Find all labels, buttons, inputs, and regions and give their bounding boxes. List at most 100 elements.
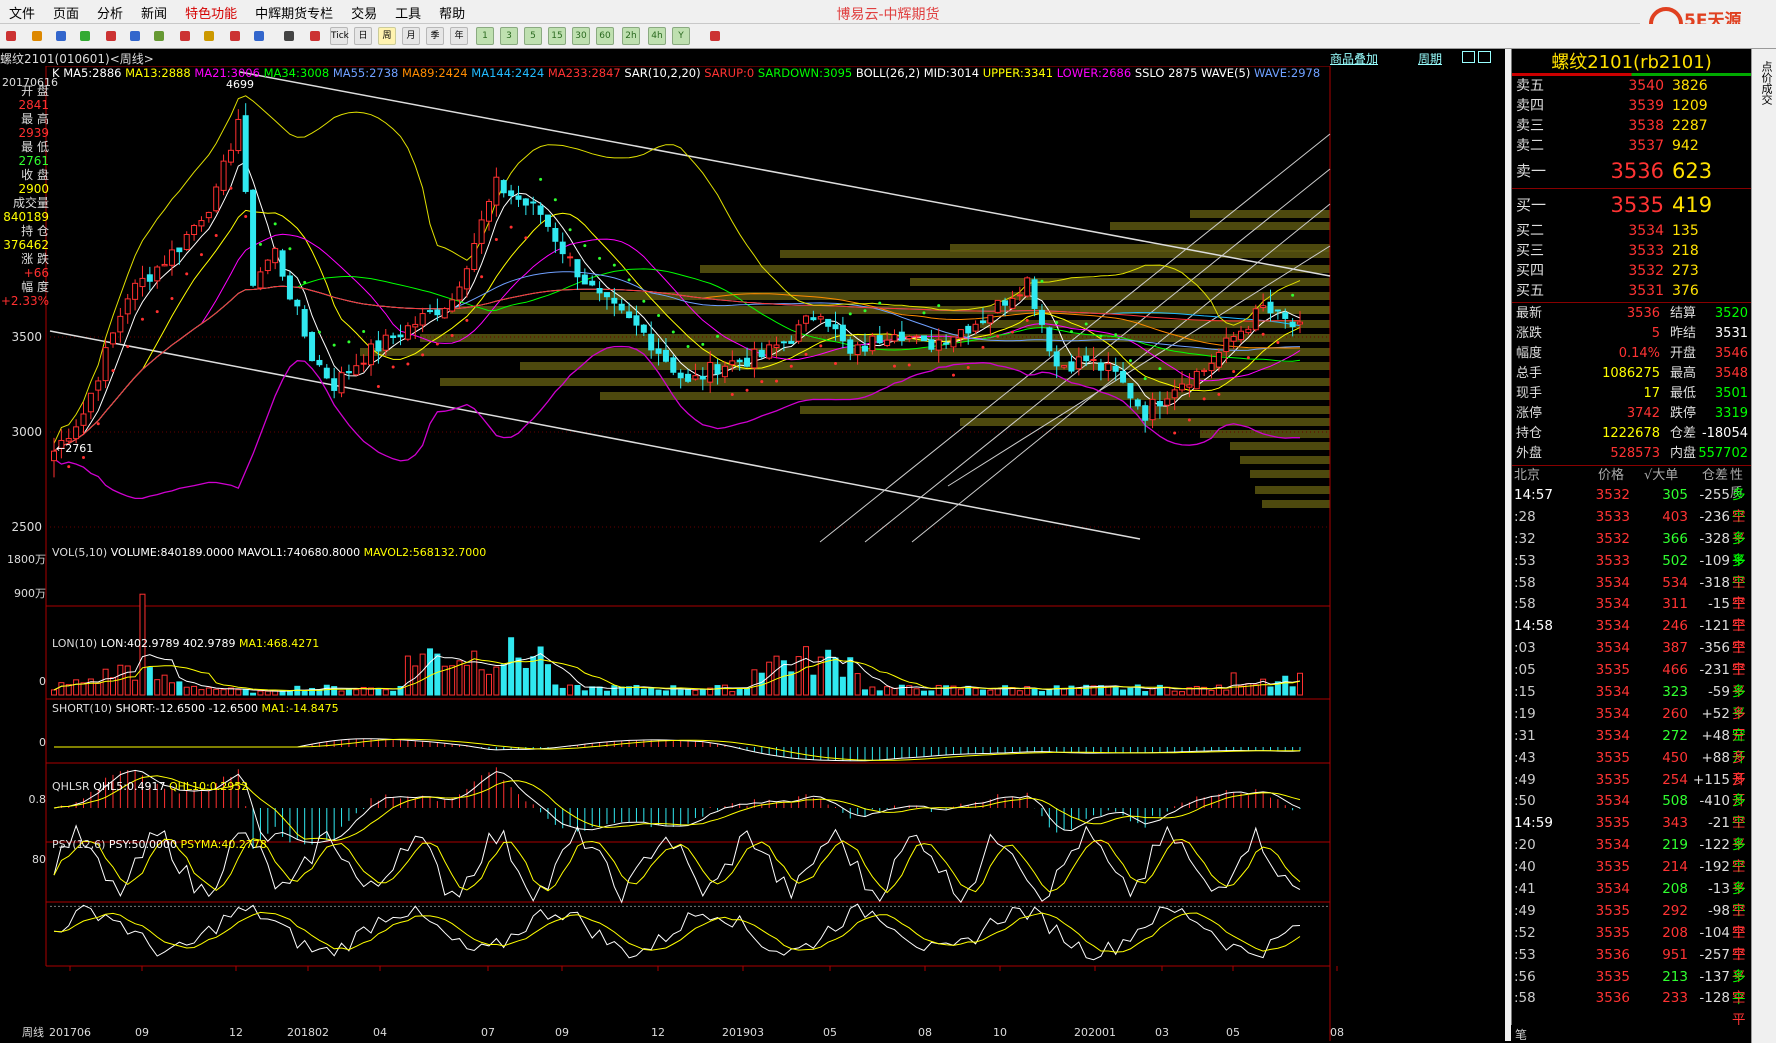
book-price: 3533 (1628, 243, 1664, 259)
toolbar-1-button[interactable]: 1 (476, 27, 494, 45)
toolbar-table-icon[interactable] (280, 27, 298, 45)
toolbar-refresh-icon[interactable] (76, 27, 94, 45)
toolbar-周-button[interactable]: 周 (378, 27, 396, 45)
tick-delta: -121 (1699, 618, 1730, 635)
tick-row[interactable]: :58 3534 534 -318 空平 (1512, 573, 1751, 613)
book-row[interactable]: 卖一 3536 623 (1512, 156, 1751, 187)
toolbar-日-button[interactable]: 日 (354, 27, 372, 45)
tick-price: 3534 (1595, 618, 1630, 635)
tick-list[interactable]: 14:57 3532 305 -255 多平:28 3533 403 -236 空平:32 353… (1512, 485, 1751, 1028)
toolbar-15-button[interactable]: 15 (548, 27, 566, 45)
menu-item-7[interactable]: 工具 (386, 3, 430, 22)
layout-icon[interactable] (1462, 51, 1475, 63)
tick-row[interactable]: 14:57 3532 305 -255 多平 (1512, 485, 1751, 525)
toolbar-save-icon[interactable] (52, 27, 70, 45)
tick-row[interactable]: :05 3535 466 -231 空平 (1512, 660, 1751, 700)
toolbar-Y-button[interactable]: Y (672, 27, 690, 45)
toolbar-Tick-button[interactable]: Tick (330, 27, 349, 45)
tick-delta: -192 (1699, 859, 1730, 876)
tick-row[interactable]: :49 3535 292 -98 空平 (1512, 901, 1751, 941)
minimize-button[interactable]: — (1682, 2, 1722, 21)
tick-row[interactable]: :43 3535 450 +88 多开 (1512, 748, 1751, 788)
toolbar-home-icon[interactable] (2, 27, 20, 45)
menu-item-2[interactable]: 分析 (88, 3, 132, 22)
toolbar-calc-icon[interactable] (706, 27, 724, 45)
tick-time: 14:59 (1514, 815, 1553, 832)
tick-row[interactable]: :20 3534 219 -122 多平 (1512, 835, 1751, 875)
toolbar-4h-button[interactable]: 4h (648, 27, 666, 45)
toolbar-chart-icon[interactable] (306, 27, 324, 45)
book-row[interactable]: 卖三 3538 2287 (1512, 116, 1751, 136)
toolbar-月-button[interactable]: 月 (402, 27, 420, 45)
stat-value: 1222678 (1602, 426, 1660, 441)
toolbar-60-button[interactable]: 60 (596, 27, 614, 45)
side-tabbar[interactable]: 点价成交 (1751, 49, 1776, 1043)
toolbar-bell-icon[interactable] (226, 27, 244, 45)
tick-row[interactable]: :32 3532 366 -328 多平 (1512, 529, 1751, 569)
stat-row: 总手 1086275 最高 3548 (1512, 364, 1751, 384)
book-row[interactable]: 卖二 3537 942 (1512, 136, 1751, 156)
tick-volume: 450 (1662, 749, 1688, 766)
book-price: 3536 (1610, 159, 1664, 183)
tick-time: :40 (1514, 859, 1536, 876)
book-row[interactable]: 买三 3533 218 (1512, 241, 1751, 261)
tick-row[interactable]: :53 3536 951 -257 空平 (1512, 945, 1751, 985)
side-tab-label[interactable]: 点价成交 (1756, 61, 1774, 105)
tick-row[interactable]: :49 3535 254 +115 多开 (1512, 770, 1751, 810)
close-button[interactable]: × (1724, 2, 1764, 21)
toolbar-window-icon[interactable] (150, 27, 168, 45)
tick-row[interactable]: :15 3534 323 -59 多平 (1512, 682, 1751, 722)
menu-item-6[interactable]: 交易 (342, 3, 386, 22)
tick-row[interactable]: :28 3533 403 -236 空平 (1512, 507, 1751, 547)
period-link[interactable]: 周期 (1418, 50, 1442, 67)
book-row[interactable]: 买一 3535 419 (1512, 190, 1751, 221)
tick-row[interactable]: 14:59 3535 343 -21 空平 (1512, 813, 1751, 853)
tick-row[interactable]: 14:58 3534 246 -121 空平 (1512, 616, 1751, 656)
tick-row[interactable]: :40 3535 214 -192 空平 (1512, 857, 1751, 897)
price-chart[interactable]: 3500300025004699←276120170616VOL(5,10) V… (0, 66, 1505, 1041)
book-row[interactable]: 买四 3532 273 (1512, 261, 1751, 281)
menu-item-5[interactable]: 中辉期货专栏 (246, 3, 342, 22)
book-row[interactable]: 买五 3531 376 (1512, 281, 1751, 301)
book-volume: 135 (1672, 223, 1699, 239)
menu-item-4[interactable]: 特色功能 (176, 3, 246, 22)
tick-row[interactable]: :19 3534 260 +52 多开 (1512, 704, 1751, 744)
overlay-link[interactable]: 商品叠加 (1330, 50, 1378, 67)
menu-item-8[interactable]: 帮助 (430, 3, 474, 22)
toolbar-open-icon[interactable] (28, 27, 46, 45)
toolbar-季-button[interactable]: 季 (426, 27, 444, 45)
book-row[interactable]: 买二 3534 135 (1512, 221, 1751, 241)
book-row[interactable]: 卖五 3540 3826 (1512, 76, 1751, 96)
tick-price: 3532 (1595, 487, 1630, 503)
stat-value: 3531 (1714, 326, 1748, 341)
info-label: 幅 度 (21, 280, 49, 294)
tick-row[interactable]: :50 3534 508 -410 多平 (1512, 791, 1751, 831)
tick-row[interactable]: :03 3534 387 -356 空平 (1512, 638, 1751, 678)
help-button[interactable]: ? (1640, 2, 1680, 21)
toolbar-30-button[interactable]: 30 (572, 27, 590, 45)
toolbar-zoom-in-icon[interactable] (102, 27, 120, 45)
toolbar-draw-icon[interactable] (176, 27, 194, 45)
stat-value: 3546 (1714, 346, 1748, 361)
toolbar-5-button[interactable]: 5 (524, 27, 542, 45)
toolbar-zoom-out-icon[interactable] (126, 27, 144, 45)
tick-row[interactable]: :56 3535 213 -137 多平 (1512, 967, 1751, 1007)
tick-row[interactable]: :53 3533 502 -109 多平 (1512, 551, 1751, 591)
toolbar-年-button[interactable]: 年 (450, 27, 468, 45)
tick-row[interactable]: :52 3535 208 -104 空平 (1512, 923, 1751, 963)
menu-item-0[interactable]: 文件 (0, 3, 44, 22)
tick-delta: -59 (1707, 684, 1730, 701)
tick-row[interactable]: :58 3534 311 -15 空平 (1512, 594, 1751, 634)
expand-icon[interactable] (1478, 51, 1491, 63)
toolbar-2h-button[interactable]: 2h (622, 27, 640, 45)
tick-row[interactable]: :41 3534 208 -13 多平 (1512, 879, 1751, 919)
toolbar-3-button[interactable]: 3 (500, 27, 518, 45)
toolbar-new-icon[interactable] (250, 27, 268, 45)
book-row[interactable]: 卖四 3539 1209 (1512, 96, 1751, 116)
toolbar-stats-icon[interactable] (200, 27, 218, 45)
tick-row[interactable]: :31 3534 272 +48 空开 (1512, 726, 1751, 766)
tick-row[interactable]: :58 3536 233 -128 空平 (1512, 988, 1751, 1028)
menu-item-1[interactable]: 页面 (44, 3, 88, 22)
menu-item-3[interactable]: 新闻 (132, 3, 176, 22)
stat-label: 外盘 (1516, 446, 1543, 461)
